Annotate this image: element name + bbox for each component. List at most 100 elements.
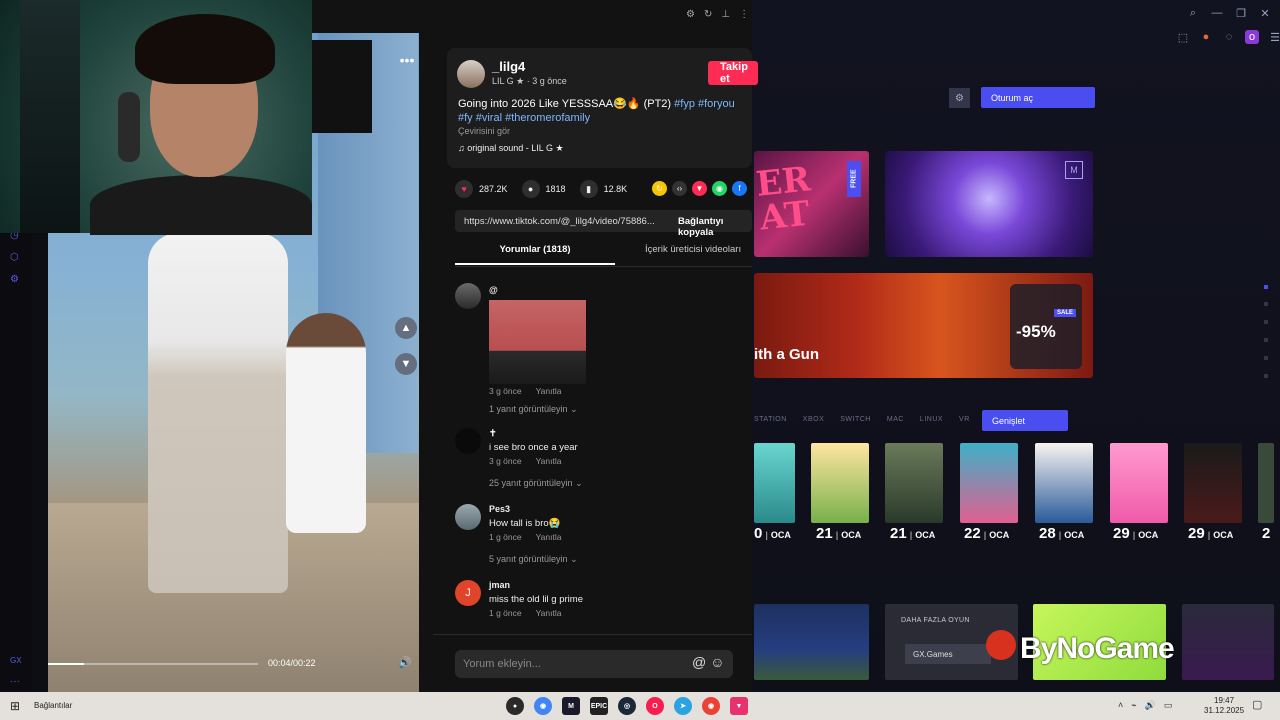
settings-icon[interactable]: ⚙ — [10, 274, 22, 286]
network-icon[interactable]: ⌁ — [1131, 700, 1136, 711]
volume-icon[interactable]: 🔊 — [398, 656, 412, 669]
platform-filter[interactable]: STATION — [754, 416, 787, 423]
chrome-alt-icon[interactable]: ◉ — [702, 697, 720, 715]
chevron-up-icon[interactable]: ˄ — [1118, 700, 1123, 711]
previous-video-icon[interactable]: ▲ — [395, 317, 417, 339]
login-button[interactable]: Oturum aç — [981, 87, 1095, 108]
hashtag[interactable]: #fy — [458, 112, 473, 124]
pin-icon[interactable]: ⊥ — [721, 9, 730, 20]
translate-link[interactable]: Çevirisini gör — [458, 126, 510, 136]
messenger-icon[interactable]: ◌ — [1222, 30, 1236, 44]
comment-image[interactable] — [489, 300, 586, 384]
comment-avatar[interactable] — [455, 428, 481, 454]
whatsapp-icon[interactable]: ◉ — [712, 181, 727, 196]
platform-filter[interactable]: SWITCH — [840, 416, 871, 423]
video-progress-bar[interactable] — [48, 663, 258, 665]
carousel-dot[interactable] — [1264, 302, 1268, 306]
hashtag[interactable]: #viral — [476, 112, 502, 124]
copy-link-button[interactable]: Bağlantıyı kopyala — [678, 216, 752, 238]
search-icon[interactable]: ⌕ — [1186, 6, 1200, 20]
game-cover[interactable] — [811, 443, 869, 523]
game-card[interactable] — [1182, 604, 1274, 680]
comment-avatar[interactable] — [455, 504, 481, 530]
game-cover[interactable] — [960, 443, 1018, 523]
carousel-dot[interactable] — [1264, 285, 1268, 289]
game-cover[interactable] — [1184, 443, 1242, 523]
game-card-frogbound[interactable] — [754, 604, 869, 680]
emoji-icon[interactable]: ☺ — [710, 654, 724, 670]
game-cover[interactable] — [754, 443, 795, 523]
reply-button[interactable]: Yanıtla — [536, 532, 562, 542]
platform-filter[interactable]: LINUX — [920, 416, 943, 423]
game-banner-free[interactable]: ER AT FREE — [754, 151, 869, 257]
reload-icon[interactable]: ↻ — [704, 9, 712, 20]
tab-comments[interactable]: Yorumlar (1818) — [455, 244, 615, 265]
view-replies-button[interactable]: 25 yanıt görüntüleyin ⌄ — [489, 478, 583, 489]
facebook-icon[interactable]: f — [732, 181, 747, 196]
gx-games-button[interactable]: GX.Games — [905, 644, 991, 664]
game-banner-sale[interactable]: ith a Gun SALE -95% — [754, 273, 1093, 378]
windows-start-icon[interactable]: ⊞ — [10, 699, 22, 713]
carousel-dot[interactable] — [1264, 338, 1268, 342]
expand-button[interactable]: Genişlet — [982, 410, 1068, 431]
maximize-icon[interactable]: ❐ — [1234, 6, 1248, 20]
extension-icon[interactable]: ● — [1199, 30, 1213, 44]
video-more-icon[interactable]: ••• — [396, 52, 418, 68]
comment-avatar[interactable] — [455, 283, 481, 309]
like-button[interactable]: ♥ 287.2K — [455, 180, 508, 198]
more-icon[interactable]: ··· — [10, 676, 22, 688]
next-video-icon[interactable]: ▼ — [395, 353, 417, 375]
comment-avatar[interactable]: J — [455, 580, 481, 606]
settings-gear-icon[interactable]: ⚙ — [949, 88, 970, 108]
hashtag[interactable]: #fyp — [674, 98, 695, 110]
extensions-icon[interactable]: ⬡ — [10, 252, 22, 264]
volume-icon[interactable]: 🔊 — [1145, 700, 1156, 711]
game-cover[interactable] — [885, 443, 943, 523]
reply-button[interactable]: Yanıtla — [536, 456, 562, 466]
taskbar-label[interactable]: Bağlantılar — [34, 701, 72, 710]
notification-icon[interactable]: ▢ — [1252, 698, 1262, 711]
game-cover[interactable] — [1035, 443, 1093, 523]
reply-button[interactable]: Yanıtla — [536, 608, 562, 618]
platform-filter[interactable]: VR — [959, 416, 970, 423]
more-options-icon[interactable]: ⋮ — [739, 9, 749, 20]
follow-button[interactable]: Takip et — [708, 61, 758, 85]
game-cover[interactable] — [1110, 443, 1168, 523]
steam-icon[interactable]: ◎ — [618, 697, 636, 715]
embed-icon[interactable]: ‹› — [672, 181, 687, 196]
carousel-dot[interactable] — [1264, 374, 1268, 378]
battery-icon[interactable]: ▭ — [1164, 700, 1173, 711]
mention-icon[interactable]: @ — [692, 654, 706, 670]
platform-filter[interactable]: MAC — [887, 416, 904, 423]
comment-author[interactable]: jman — [489, 580, 510, 590]
view-replies-button[interactable]: 5 yanıt görüntüleyin ⌄ — [489, 554, 578, 565]
comment-author[interactable]: Pes3 — [489, 504, 510, 514]
app-icon[interactable]: M — [562, 697, 580, 715]
reply-button[interactable]: Yanıtla — [536, 386, 562, 396]
username[interactable]: _lilg4 — [492, 59, 525, 74]
comment-button[interactable]: ● 1818 — [521, 180, 566, 198]
avatar[interactable] — [457, 60, 485, 88]
clock[interactable]: 19:47 31.12.2025 — [1204, 696, 1244, 716]
hashtag[interactable]: #foryou — [698, 98, 735, 110]
send-icon[interactable]: ▼ — [692, 181, 707, 196]
settings-icon[interactable]: ⚙ — [686, 9, 695, 20]
chrome-icon[interactable]: ◉ — [534, 697, 552, 715]
carousel-dot[interactable] — [1264, 320, 1268, 324]
comment-author[interactable]: ✝ — [489, 428, 497, 439]
telegram-icon[interactable]: ➤ — [674, 697, 692, 715]
game-cover[interactable] — [1258, 443, 1274, 523]
repost-icon[interactable]: ↻ — [652, 181, 667, 196]
platform-filter[interactable]: XBOX — [803, 416, 824, 423]
app-icon-pink[interactable]: ▼ — [730, 697, 748, 715]
obs-icon[interactable]: ● — [506, 697, 524, 715]
comment-author[interactable]: @ — [489, 285, 498, 295]
save-button[interactable]: ▮ 12.8K — [579, 180, 627, 198]
epic-games-icon[interactable]: EPIC — [590, 697, 608, 715]
opera-gx-icon[interactable]: O — [646, 697, 664, 715]
view-replies-button[interactable]: 1 yanıt görüntüleyin ⌄ — [489, 404, 578, 415]
carousel-dot[interactable] — [1264, 356, 1268, 360]
profile-icon[interactable]: o — [1245, 30, 1259, 44]
menu-icon[interactable]: ☰ — [1268, 30, 1280, 44]
minimize-icon[interactable]: — — [1210, 6, 1224, 20]
